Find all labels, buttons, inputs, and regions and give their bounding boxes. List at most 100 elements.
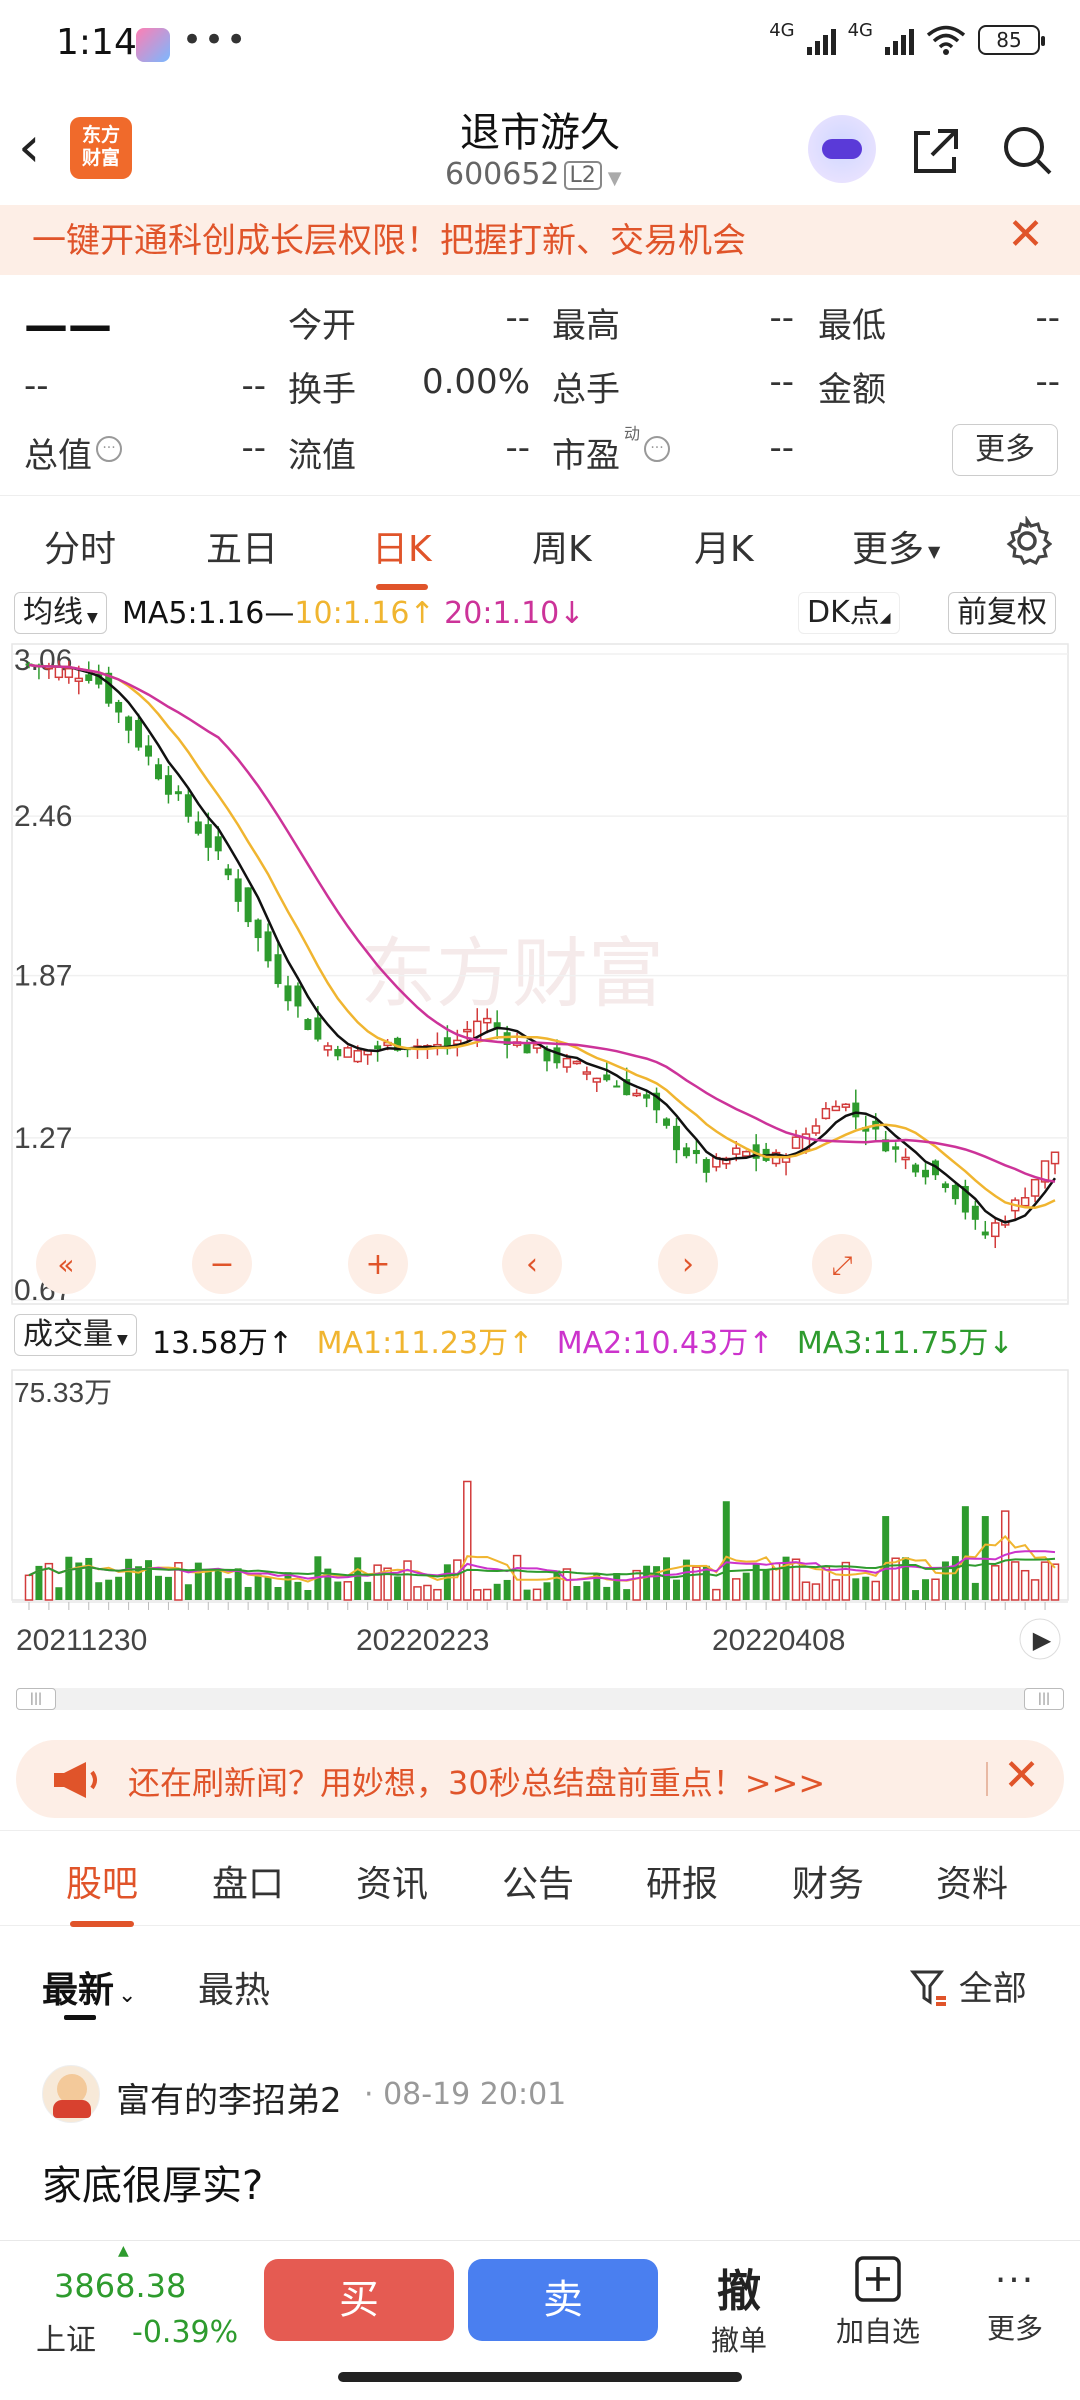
pe-label: 市盈: [552, 436, 620, 476]
volume-bar: [493, 1583, 501, 1600]
fullscreen-button[interactable]: ⤢: [812, 1234, 872, 1294]
volume-ma-lines: [28, 1534, 1056, 1583]
candle-down: [264, 931, 272, 962]
post-author[interactable]: 富有的李招弟2: [116, 2073, 342, 2122]
candle-up: [572, 1060, 582, 1065]
info-icon[interactable]: ···: [96, 436, 122, 462]
post-item[interactable]: 富有的李招弟2 · 08-19 20:01 家底很厚实?: [0, 2055, 1080, 2235]
scroll-right-button[interactable]: ›: [658, 1234, 718, 1294]
candle-up: [582, 1071, 592, 1075]
volume-bar: [224, 1578, 232, 1600]
avatar[interactable]: [42, 2065, 100, 2123]
ai-summary-text: 还在刷新闻？用妙想，30秒总结盘前重点！>>>: [128, 1764, 826, 1802]
open-label: 今开: [288, 306, 356, 346]
tab-profile[interactable]: 资料: [936, 1855, 1008, 1907]
low-label: 最低: [818, 306, 886, 346]
assistant-robot-icon[interactable]: [808, 115, 876, 183]
amount-value: --: [1035, 362, 1060, 402]
range-handle-right[interactable]: |||: [1024, 1688, 1064, 1710]
total-value-label: 总值: [24, 436, 92, 476]
candle-down: [115, 701, 123, 713]
status-time: 1:14: [56, 22, 137, 63]
volume-bar: [65, 1556, 73, 1600]
signal-icon-2: [885, 25, 914, 55]
candle-up: [831, 1105, 841, 1112]
candle-down: [244, 887, 252, 923]
index-down-indicator: ▲: [118, 2243, 129, 2259]
volume-bar: [732, 1578, 741, 1601]
tab-intraday[interactable]: 分时: [44, 520, 116, 572]
tab-five-day[interactable]: 五日: [206, 520, 278, 572]
close-icon[interactable]: ✕: [1003, 1750, 1040, 1801]
stock-code-row[interactable]: 600652 L2 ▼: [445, 157, 622, 192]
date-tick-label: 20220223: [356, 1624, 489, 1657]
volume-legend: 13.58万↑ MA1:11.23万↑ MA2:10.43万↑ MA3:11.7…: [152, 1318, 1014, 1362]
battery-icon: 85: [978, 25, 1045, 55]
stock-code: 600652: [445, 157, 560, 192]
scroll-left-button[interactable]: ‹: [502, 1234, 562, 1294]
candle-down: [294, 985, 302, 1007]
dk-point-toggle[interactable]: DK点◢: [798, 592, 900, 634]
tab-finance[interactable]: 财务: [792, 1855, 864, 1907]
filter-all[interactable]: 全部: [909, 1961, 1027, 2010]
candle-down: [174, 791, 182, 795]
volume-bar: [1010, 1561, 1020, 1601]
zoom-out-button[interactable]: −: [192, 1234, 252, 1294]
volume-selector[interactable]: 成交量 ▼: [14, 1314, 137, 1356]
tab-weekly-k[interactable]: 周K: [532, 520, 592, 572]
sort-hot[interactable]: 最热: [198, 1961, 270, 2013]
search-icon[interactable]: [1000, 123, 1056, 179]
volume-bar: [115, 1576, 123, 1600]
volume-bar: [443, 1564, 451, 1600]
range-handle-left[interactable]: |||: [16, 1688, 56, 1710]
volume-bar: [125, 1558, 133, 1600]
status-right: 4G 4G 85: [769, 20, 1045, 56]
add-watchlist-button[interactable]: 加自选: [826, 2255, 930, 2350]
more-actions-button[interactable]: ··· 更多: [980, 2255, 1050, 2347]
tab-more[interactable]: 更多 ▼: [852, 520, 940, 572]
candle-down: [234, 878, 242, 902]
gallery-app-icon: [136, 28, 170, 62]
tab-research[interactable]: 研报: [646, 1855, 718, 1907]
buy-button[interactable]: 买: [264, 2259, 454, 2341]
zoom-in-button[interactable]: +: [348, 1234, 408, 1294]
double-left-icon: «: [57, 1248, 74, 1281]
k-line-chart[interactable]: 东方财富 3.062.461.871.270.67 « − + ‹ › ⤢ 75…: [0, 640, 1080, 1690]
index-value[interactable]: 3868.38: [54, 2267, 186, 2305]
scroll-right-end-button[interactable]: ▶: [1019, 1618, 1061, 1660]
scroll-left-fast-button[interactable]: «: [36, 1234, 96, 1294]
promo-banner[interactable]: 一键开通科创成长层权限！把握打新、交易机会 ✕: [0, 205, 1080, 275]
quote-more-button[interactable]: 更多: [952, 424, 1058, 476]
sell-button[interactable]: 卖: [468, 2259, 658, 2341]
volume-bar: [882, 1516, 890, 1600]
tab-guba[interactable]: 股吧: [66, 1855, 139, 1927]
close-icon[interactable]: ✕: [1007, 209, 1044, 260]
tab-order-book[interactable]: 盘口: [212, 1855, 284, 1907]
candle-down: [553, 1047, 561, 1064]
candle-down: [702, 1159, 710, 1173]
info-icon[interactable]: ···: [644, 436, 670, 462]
tab-more-label: 更多: [852, 529, 925, 570]
sort-latest[interactable]: 最新 ⌄: [42, 1961, 136, 2013]
cancel-order-button[interactable]: 撤 撤单: [704, 2255, 774, 2359]
settings-gear-icon[interactable]: [1002, 516, 1052, 566]
candle-up: [841, 1103, 851, 1108]
post-content[interactable]: 家底很厚实?: [42, 2153, 263, 2211]
chart-range-scrubber[interactable]: ||| |||: [16, 1688, 1064, 1710]
volume-bar: [961, 1506, 969, 1600]
tab-announcements[interactable]: 公告: [502, 1855, 574, 1907]
adjust-selector[interactable]: 前复权: [948, 592, 1056, 634]
share-icon[interactable]: [908, 123, 964, 179]
tab-guba-label: 股吧: [66, 1864, 139, 1905]
post-time: · 08-19 20:01: [364, 2077, 567, 2112]
content-section-tabs: 股吧 盘口 资讯 公告 研报 财务 资料: [0, 1830, 1080, 1927]
volume-bar: [712, 1588, 721, 1601]
caret-down-icon: ▼: [928, 541, 941, 561]
ai-summary-ad[interactable]: 还在刷新闻？用妙想，30秒总结盘前重点！>>> ✕: [16, 1740, 1064, 1818]
tab-monthly-k[interactable]: 月K: [694, 520, 754, 572]
more-actions-label: 更多: [986, 2312, 1043, 2345]
tab-daily-k[interactable]: 日K: [372, 520, 432, 590]
ma-selector[interactable]: 均线 ▼: [14, 592, 107, 634]
volume-bar: [1050, 1563, 1060, 1601]
tab-news[interactable]: 资讯: [356, 1855, 428, 1907]
